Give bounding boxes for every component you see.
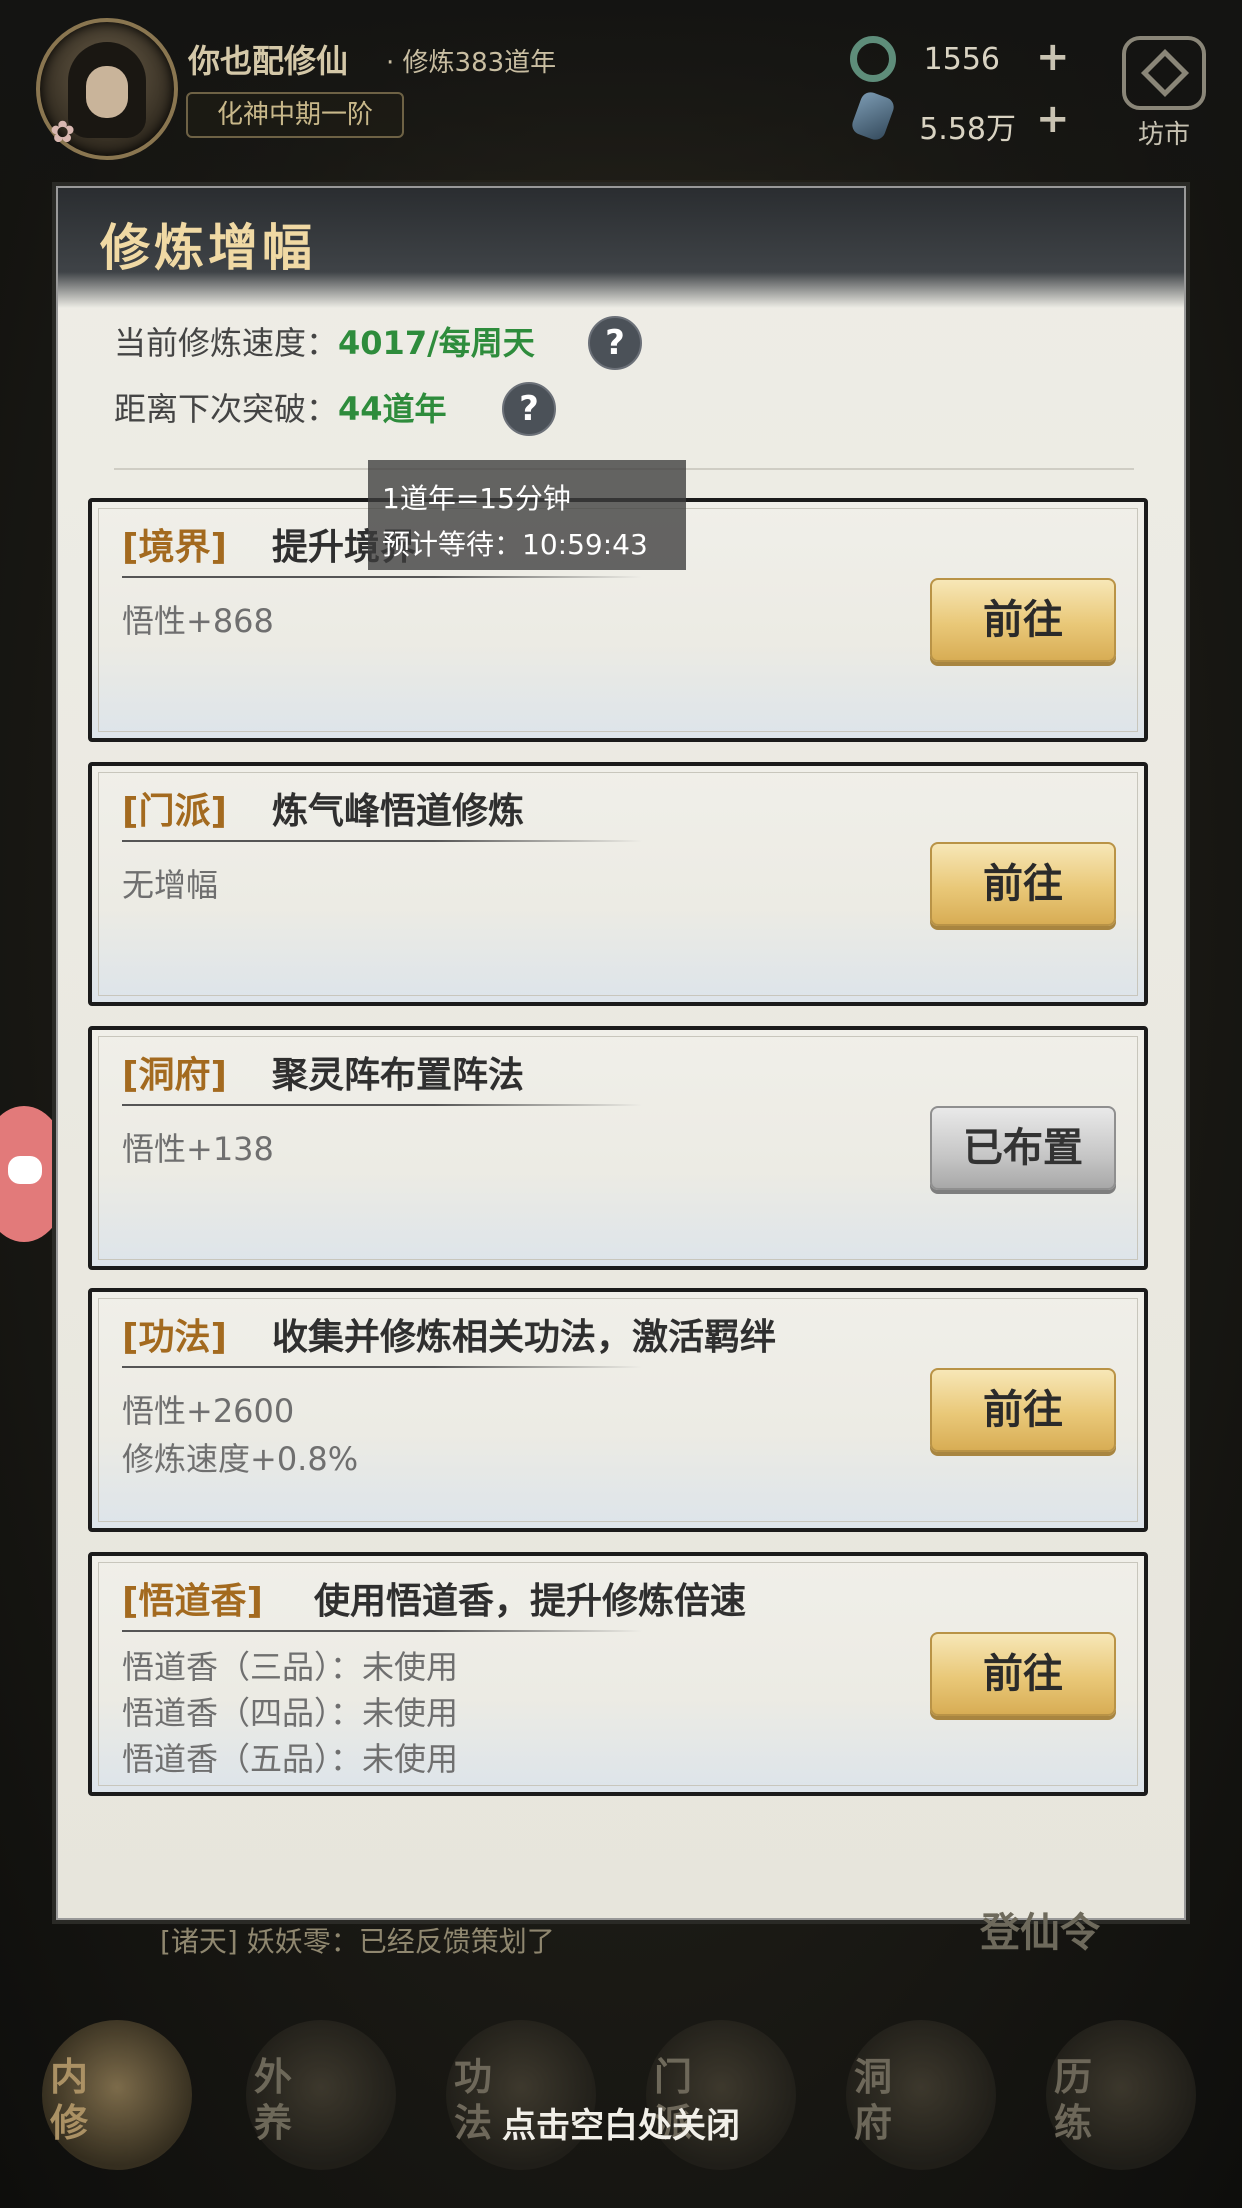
nav-sect[interactable]: 门派	[646, 2020, 796, 2170]
nav-inner-cultivation[interactable]: 内修	[42, 2020, 192, 2170]
boost-card-incense: [悟道香] 使用悟道香，提升修炼倍速 悟道香（三品）：未使用 悟道香（四品）：未…	[88, 1552, 1148, 1796]
goto-realm-button[interactable]: 前往	[930, 578, 1116, 662]
card-underline	[122, 1104, 642, 1106]
market-button[interactable]: 坊市	[1112, 36, 1216, 150]
nav-outer-nurture[interactable]: 外养	[246, 2020, 396, 2170]
card-title: 炼气峰悟道修炼	[272, 791, 525, 832]
close-hint[interactable]: 点击空白处关闭	[0, 2098, 1242, 2147]
market-emblem-icon	[1122, 36, 1206, 110]
currency-jade-value: 1556	[923, 42, 1000, 77]
speed-help-icon[interactable]: ?	[588, 316, 642, 370]
tooltip-line: 预计等待：10:59:43	[382, 528, 648, 561]
card-effect: 悟性+2600	[122, 1392, 295, 1430]
card-underline	[122, 576, 642, 578]
goto-sect-button[interactable]: 前往	[930, 842, 1116, 926]
card-effect: 悟性+868	[122, 602, 274, 640]
card-effect: 修炼速度+0.8%	[122, 1440, 359, 1478]
add-jade-button[interactable]: +	[1036, 34, 1070, 80]
boost-card-cave: [洞府] 聚灵阵布置阵法 悟性+138 已布置	[88, 1026, 1148, 1270]
nav-skills[interactable]: 功法	[446, 2020, 596, 2170]
breakthrough-help-icon[interactable]: ?	[502, 382, 556, 436]
card-tag: [门派]	[122, 791, 227, 832]
top-header: ✿ 你也配修仙 · 修炼383道年 化神中期一阶 1556 + 5.58万 + …	[0, 0, 1242, 180]
tooltip-line: 1道年=15分钟	[382, 482, 571, 515]
modal-title-bar: 修炼增幅	[58, 188, 1184, 308]
speed-label: 当前修炼速度：	[114, 324, 339, 362]
goto-skills-button[interactable]: 前往	[930, 1368, 1116, 1452]
currency-stone-value: 5.58万	[919, 112, 1016, 147]
speed-value: 4017/每周天	[338, 324, 535, 362]
nav-trial[interactable]: 历练	[1046, 2020, 1196, 2170]
chat-message[interactable]: [诸天] 妖妖零：已经反馈策划了	[160, 1920, 555, 1960]
market-label: 坊市	[1137, 120, 1190, 150]
faded-title: 登仙令	[980, 1910, 1100, 1956]
card-effect: 无增幅	[122, 866, 219, 904]
breakthrough-value: 44道年	[338, 390, 447, 428]
cultivation-boost-modal: 修炼增幅 当前修炼速度：4017/每周天 ? 距离下次突破：44道年 ? [境界…	[56, 186, 1186, 1920]
nav-cave[interactable]: 洞府	[846, 2020, 996, 2170]
breakthrough-row: 距离下次突破：44道年	[114, 384, 447, 430]
card-title: 使用悟道香，提升修炼倍速	[314, 1581, 747, 1622]
boost-card-skills: [功法] 收集并修炼相关功法，激活羁绊 悟性+2600 修炼速度+0.8% 前往	[88, 1288, 1148, 1532]
card-title: 收集并修炼相关功法，激活羁绊	[272, 1317, 777, 1358]
arranged-button[interactable]: 已布置	[930, 1106, 1116, 1190]
card-effect: 悟性+138	[122, 1130, 274, 1168]
card-tag: [功法]	[122, 1317, 227, 1358]
realm-badge: 化神中期一阶	[186, 92, 404, 138]
card-tag: [悟道香]	[122, 1581, 263, 1622]
flower-icon: ✿	[50, 115, 76, 150]
add-stone-button[interactable]: +	[1036, 96, 1070, 142]
card-tag: [境界]	[122, 527, 227, 568]
card-underline	[122, 840, 642, 842]
card-underline	[122, 1366, 642, 1368]
card-effect: 悟道香（四品）：未使用	[122, 1694, 459, 1732]
player-avatar[interactable]: ✿	[36, 18, 178, 160]
cultivation-years: · 修炼383道年	[386, 48, 557, 78]
card-effect: 悟道香（三品）：未使用	[122, 1648, 459, 1686]
card-underline	[122, 1630, 642, 1632]
breakthrough-tooltip: 1道年=15分钟 预计等待：10:59:43	[368, 460, 686, 570]
modal-title: 修炼增幅	[100, 218, 316, 277]
breakthrough-label: 距离下次突破：	[114, 390, 339, 428]
goto-incense-button[interactable]: 前往	[930, 1632, 1116, 1716]
boost-card-sect: [门派] 炼气峰悟道修炼 无增幅 前往	[88, 762, 1148, 1006]
card-effect: 悟道香（五品）：未使用	[122, 1740, 459, 1778]
avatar-face	[86, 66, 128, 118]
card-title: 聚灵阵布置阵法	[272, 1055, 525, 1096]
speed-row: 当前修炼速度：4017/每周天	[114, 318, 535, 364]
player-name: 你也配修仙	[188, 42, 349, 80]
card-tag: [洞府]	[122, 1055, 227, 1096]
